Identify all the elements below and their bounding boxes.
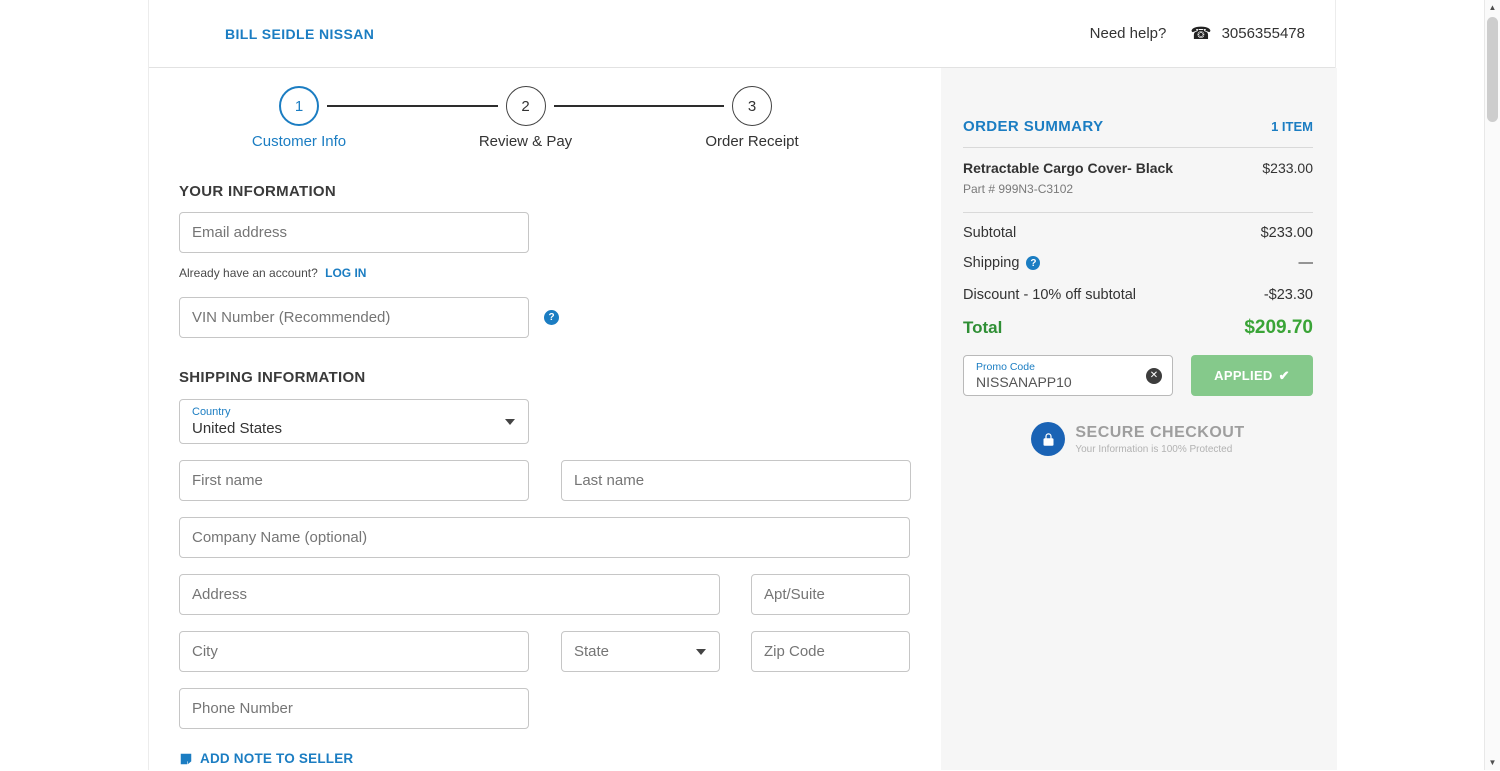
promo-applied-button[interactable]: APPLIED ✔ [1191,355,1313,396]
phone-row [179,688,911,729]
step-2-label: Review & Pay [478,133,573,150]
email-row [179,212,911,253]
scroll-down-arrow[interactable]: ▼ [1485,758,1500,767]
step-2-circle: 2 [505,86,546,126]
state-select-value: State [574,643,610,660]
secure-checkout-badge: SECURE CHECKOUT Your Information is 100%… [963,422,1313,456]
chevron-down-icon [696,648,706,655]
state-select[interactable]: State [561,631,720,672]
step-3-label: Order Receipt [705,133,799,150]
shipping-value: — [1298,255,1314,271]
phone-number-field[interactable] [179,688,529,729]
subtotal-row: Subtotal $233.00 [963,225,1313,241]
step-1-circle: 1 [279,86,319,126]
step-order-receipt[interactable]: 3 Order Receipt [705,86,799,150]
total-label: Total [963,318,1003,337]
discount-label: Discount - 10% off subtotal [963,287,1137,303]
vin-help-icon[interactable]: ? [544,310,559,325]
scroll-up-arrow[interactable]: ▲ [1485,3,1500,12]
vin-row: ? [179,297,911,338]
country-row: Country United States [179,399,911,444]
address-field[interactable] [179,574,720,615]
note-icon [180,753,192,764]
stepper-connector [327,105,498,107]
shipping-label-text: Shipping [963,255,1020,271]
main-column: 1 Customer Info 2 Review & Pay 3 Order R… [149,68,941,770]
phone-number-link[interactable]: 3056355478 [1222,25,1305,42]
step-review-pay[interactable]: 2 Review & Pay [479,86,572,150]
add-note-to-seller-link[interactable]: ADD NOTE TO SELLER [179,751,353,766]
vin-field[interactable] [179,297,529,338]
discount-row: Discount - 10% off subtotal -$23.30 [963,287,1313,303]
company-row [179,517,911,558]
add-note-label: ADD NOTE TO SELLER [200,751,354,766]
check-icon: ✔ [1278,367,1290,383]
checkout-stepper: 1 Customer Info 2 Review & Pay 3 Order R… [179,86,911,150]
company-name-field[interactable] [179,517,910,558]
account-line: Already have an account? LOG IN [179,266,911,280]
promo-code-box: Promo Code ✕ [963,355,1173,396]
divider [963,147,1313,148]
step-customer-info[interactable]: 1 Customer Info [252,86,346,150]
last-name-field[interactable] [561,460,911,501]
total-row: Total $209.70 [963,317,1313,339]
your-information-heading: YOUR INFORMATION [179,183,337,200]
divider [963,212,1313,213]
name-row [179,460,911,501]
scrollbar-thumb[interactable] [1487,17,1498,122]
step-3-circle: 3 [732,86,772,126]
subtotal-value: $233.00 [1260,225,1313,241]
promo-row: Promo Code ✕ APPLIED ✔ [963,355,1313,396]
first-name-field[interactable] [179,460,529,501]
lock-icon [1031,422,1066,456]
product-part-number: Part # 999N3-C3102 [963,182,1074,196]
order-summary-panel: ORDER SUMMARY 1 ITEM Retractable Cargo C… [941,68,1337,770]
subtotal-label: Subtotal [963,225,1017,241]
address-row [179,574,911,615]
vertical-scrollbar[interactable]: ▲ ▼ [1484,0,1500,770]
promo-code-input[interactable] [976,374,1138,390]
content-row: 1 Customer Info 2 Review & Pay 3 Order R… [149,68,1337,770]
city-state-zip-row: State [179,631,911,672]
chevron-down-icon [505,418,515,425]
product-price: $233.00 [1262,160,1313,176]
apt-suite-field[interactable] [751,574,910,615]
need-help-label: Need help? [1089,25,1167,42]
have-account-label: Already have an account? [179,266,318,280]
country-select-label: Country [192,406,231,418]
shipping-row: Shipping ? — [963,255,1313,271]
city-field[interactable] [179,631,529,672]
clear-promo-icon[interactable]: ✕ [1146,367,1162,384]
item-count-badge: 1 ITEM [1271,119,1313,134]
shipping-help-icon[interactable]: ? [1026,256,1041,270]
checkout-container: BILL SEIDLE NISSAN Need help? ☎ 30563554… [148,0,1337,770]
country-select-value: United States [192,420,283,437]
discount-value: -$23.30 [1263,287,1313,303]
dealer-name-link[interactable]: BILL SEIDLE NISSAN [225,26,374,42]
promo-code-label: Promo Code [976,361,1035,373]
order-summary-title: ORDER SUMMARY [963,118,1104,135]
product-row: Retractable Cargo Cover- Black $233.00 [963,160,1313,176]
product-name: Retractable Cargo Cover- Black [963,160,1174,176]
total-value: $209.70 [1244,317,1313,338]
shipping-label: Shipping ? [963,255,1041,271]
order-summary-header: ORDER SUMMARY 1 ITEM [963,118,1313,135]
applied-label: APPLIED [1214,368,1273,383]
country-select[interactable]: Country United States [179,399,529,444]
secure-checkout-subtitle: Your Information is 100% Protected [1075,443,1233,455]
stepper-connector [553,105,724,107]
header: BILL SEIDLE NISSAN Need help? ☎ 30563554… [149,0,1335,68]
help-area: Need help? ☎ 3056355478 [1090,24,1305,44]
step-1-label: Customer Info [251,133,347,150]
phone-icon: ☎ [1190,23,1212,43]
page-viewport: BILL SEIDLE NISSAN Need help? ☎ 30563554… [0,0,1484,770]
email-field[interactable] [179,212,529,253]
shipping-information-heading: SHIPPING INFORMATION [179,369,366,386]
log-in-link[interactable]: LOG IN [325,266,366,280]
zip-code-field[interactable] [751,631,910,672]
secure-checkout-title: SECURE CHECKOUT [1075,423,1245,441]
